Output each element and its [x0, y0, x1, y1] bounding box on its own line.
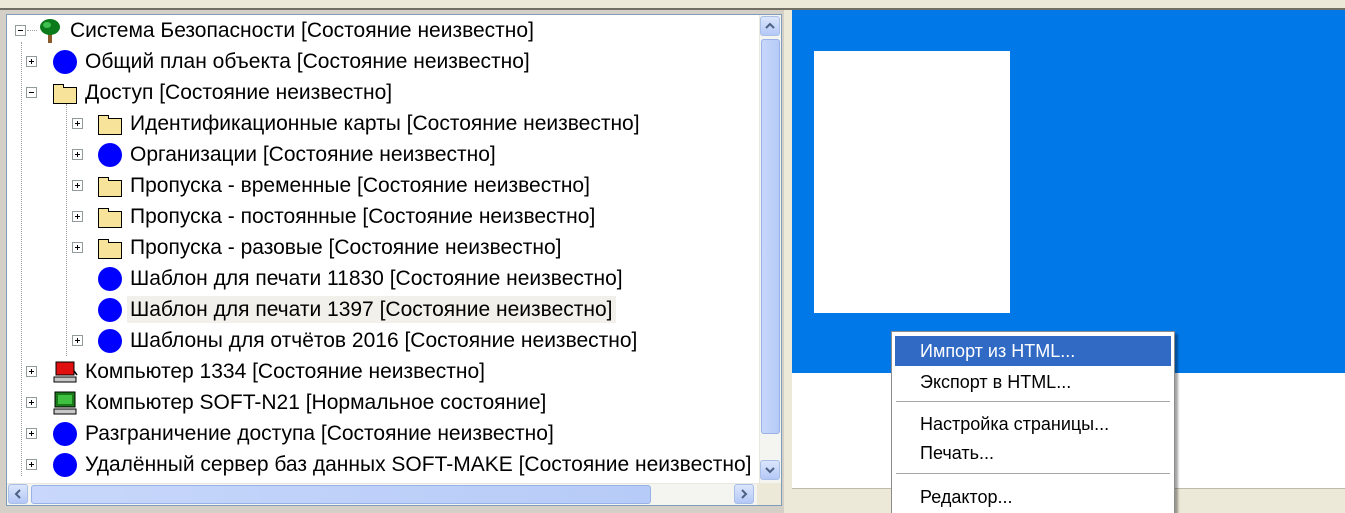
expand-toggle[interactable]	[26, 428, 37, 439]
menu-separator	[896, 401, 1170, 402]
circle-icon	[97, 328, 123, 354]
context-menu: Импорт из HTML... Экспорт в HTML... Наст…	[891, 331, 1175, 513]
expand-toggle[interactable]	[26, 366, 37, 377]
chevron-left-icon	[14, 489, 21, 499]
scroll-left-button[interactable]	[8, 484, 28, 504]
chevron-down-icon	[765, 467, 775, 474]
menu-item-editor[interactable]: Редактор...	[895, 482, 1171, 512]
circle-icon	[52, 452, 78, 478]
expand-toggle[interactable]	[26, 459, 37, 470]
tree-item-label: Шаблон для печати 11830 [Состояние неизв…	[130, 267, 623, 290]
tree-item-organizations[interactable]: Организации [Состояние неизвестно]	[72, 139, 499, 170]
expand-toggle[interactable]	[72, 211, 83, 222]
tree-item-label: Идентификационные карты [Состояние неизв…	[130, 112, 640, 135]
folder-icon	[97, 235, 123, 261]
chevron-up-icon	[765, 22, 775, 29]
tree-item-label: Компьютер SOFT-N21 [Нормальное состояние…	[85, 391, 547, 414]
folder-icon	[52, 80, 78, 106]
scroll-up-button[interactable]	[760, 16, 780, 36]
tree-item-general-plan[interactable]: Общий план объекта [Состояние неизвестно…	[26, 46, 533, 77]
menu-separator	[896, 473, 1170, 474]
tree-item-label: Пропуска - разовые [Состояние неизвестно…	[130, 236, 562, 259]
tree-item-label: Шаблон для печати 1397 [Состояние неизве…	[127, 296, 616, 323]
tree-item-passes-one-time[interactable]: Пропуска - разовые [Состояние неизвестно…	[72, 232, 564, 263]
chevron-right-icon	[741, 489, 748, 499]
collapse-toggle[interactable]	[15, 25, 26, 36]
tree-item-remote-db-server[interactable]: Удалённый сервер баз данных SOFT-MAKE [С…	[26, 449, 755, 480]
circle-icon	[97, 297, 123, 323]
tree-item-access[interactable]: Доступ [Состояние неизвестно]	[26, 77, 395, 108]
object-tree: Система Безопасности [Состояние неизвест…	[7, 15, 757, 483]
expand-toggle[interactable]	[72, 242, 83, 253]
tree-item-label: Система Безопасности [Состояние неизвест…	[70, 19, 534, 42]
collapse-toggle[interactable]	[26, 87, 37, 98]
tree-item-passes-permanent[interactable]: Пропуска - постоянные [Состояние неизвес…	[72, 201, 598, 232]
expand-toggle[interactable]	[72, 118, 83, 129]
horizontal-scroll-thumb[interactable]	[31, 485, 651, 504]
menu-item-print[interactable]: Печать...	[895, 438, 1171, 468]
window-top-border	[0, 0, 1345, 10]
expand-toggle[interactable]	[26, 56, 37, 67]
tree-item-label: Компьютер 1334 [Состояние неизвестно]	[85, 360, 485, 383]
expand-toggle[interactable]	[72, 180, 83, 191]
circle-icon	[52, 421, 78, 447]
tree-connector	[66, 104, 67, 356]
circle-icon	[52, 49, 78, 75]
vertical-scrollbar[interactable]	[759, 15, 781, 483]
vertical-scroll-thumb[interactable]	[761, 39, 780, 434]
tree-item-security-system[interactable]: Система Безопасности [Состояние неизвест…	[15, 15, 537, 46]
expand-toggle[interactable]	[72, 335, 83, 346]
folder-icon	[97, 204, 123, 230]
tree-item-label: Пропуска - постоянные [Состояние неизвес…	[130, 205, 596, 228]
menu-item-page-setup[interactable]: Настройка страницы...	[895, 409, 1171, 439]
circle-icon	[97, 266, 123, 292]
tree-item-label: Разграничение доступа [Состояние неизвес…	[85, 422, 554, 445]
tree-item-label: Шаблоны для отчётов 2016 [Состояние неиз…	[130, 329, 638, 352]
menu-item-import-html[interactable]: Импорт из HTML...	[895, 336, 1171, 366]
tree-item-print-template-1397[interactable]: Шаблон для печати 1397 [Состояние неизве…	[97, 294, 616, 325]
tree-item-label: Общий план объекта [Состояние неизвестно…	[85, 50, 530, 73]
preview-page	[814, 51, 1010, 313]
expand-toggle[interactable]	[26, 397, 37, 408]
tree-icon	[37, 18, 63, 44]
scroll-right-button[interactable]	[734, 484, 754, 504]
folder-icon	[97, 173, 123, 199]
computer-online-icon	[52, 390, 78, 416]
folder-icon	[97, 111, 123, 137]
tree-item-print-template-11830[interactable]: Шаблон для печати 11830 [Состояние неизв…	[97, 263, 626, 294]
tree-item-label: Организации [Состояние неизвестно]	[130, 143, 496, 166]
tree-item-label: Удалённый сервер баз данных SOFT-MAKE [С…	[85, 453, 752, 476]
tree-connector	[21, 42, 22, 476]
tree-item-access-control[interactable]: Разграничение доступа [Состояние неизвес…	[26, 418, 557, 449]
tree-item-report-templates-2016[interactable]: Шаблоны для отчётов 2016 [Состояние неиз…	[72, 325, 640, 356]
tree-item-label: Доступ [Состояние неизвестно]	[85, 81, 393, 104]
object-tree-panel: Система Безопасности [Состояние неизвест…	[6, 14, 782, 506]
panel-splitter[interactable]	[784, 10, 792, 513]
tree-item-passes-temporary[interactable]: Пропуска - временные [Состояние неизвест…	[72, 170, 593, 201]
horizontal-scrollbar[interactable]	[7, 483, 757, 505]
circle-icon	[97, 142, 123, 168]
tree-item-computer-1334[interactable]: Компьютер 1334 [Состояние неизвестно]	[26, 356, 488, 387]
expand-toggle[interactable]	[72, 149, 83, 160]
computer-offline-icon	[52, 359, 78, 385]
tree-item-computer-soft-n21[interactable]: Компьютер SOFT-N21 [Нормальное состояние…	[26, 387, 549, 418]
menu-item-export-html[interactable]: Экспорт в HTML...	[895, 367, 1171, 397]
scrollbar-corner	[757, 483, 781, 505]
tree-item-id-cards[interactable]: Идентификационные карты [Состояние неизв…	[72, 108, 643, 139]
tree-item-label: Пропуска - временные [Состояние неизвест…	[130, 174, 590, 197]
scroll-down-button[interactable]	[760, 460, 780, 480]
